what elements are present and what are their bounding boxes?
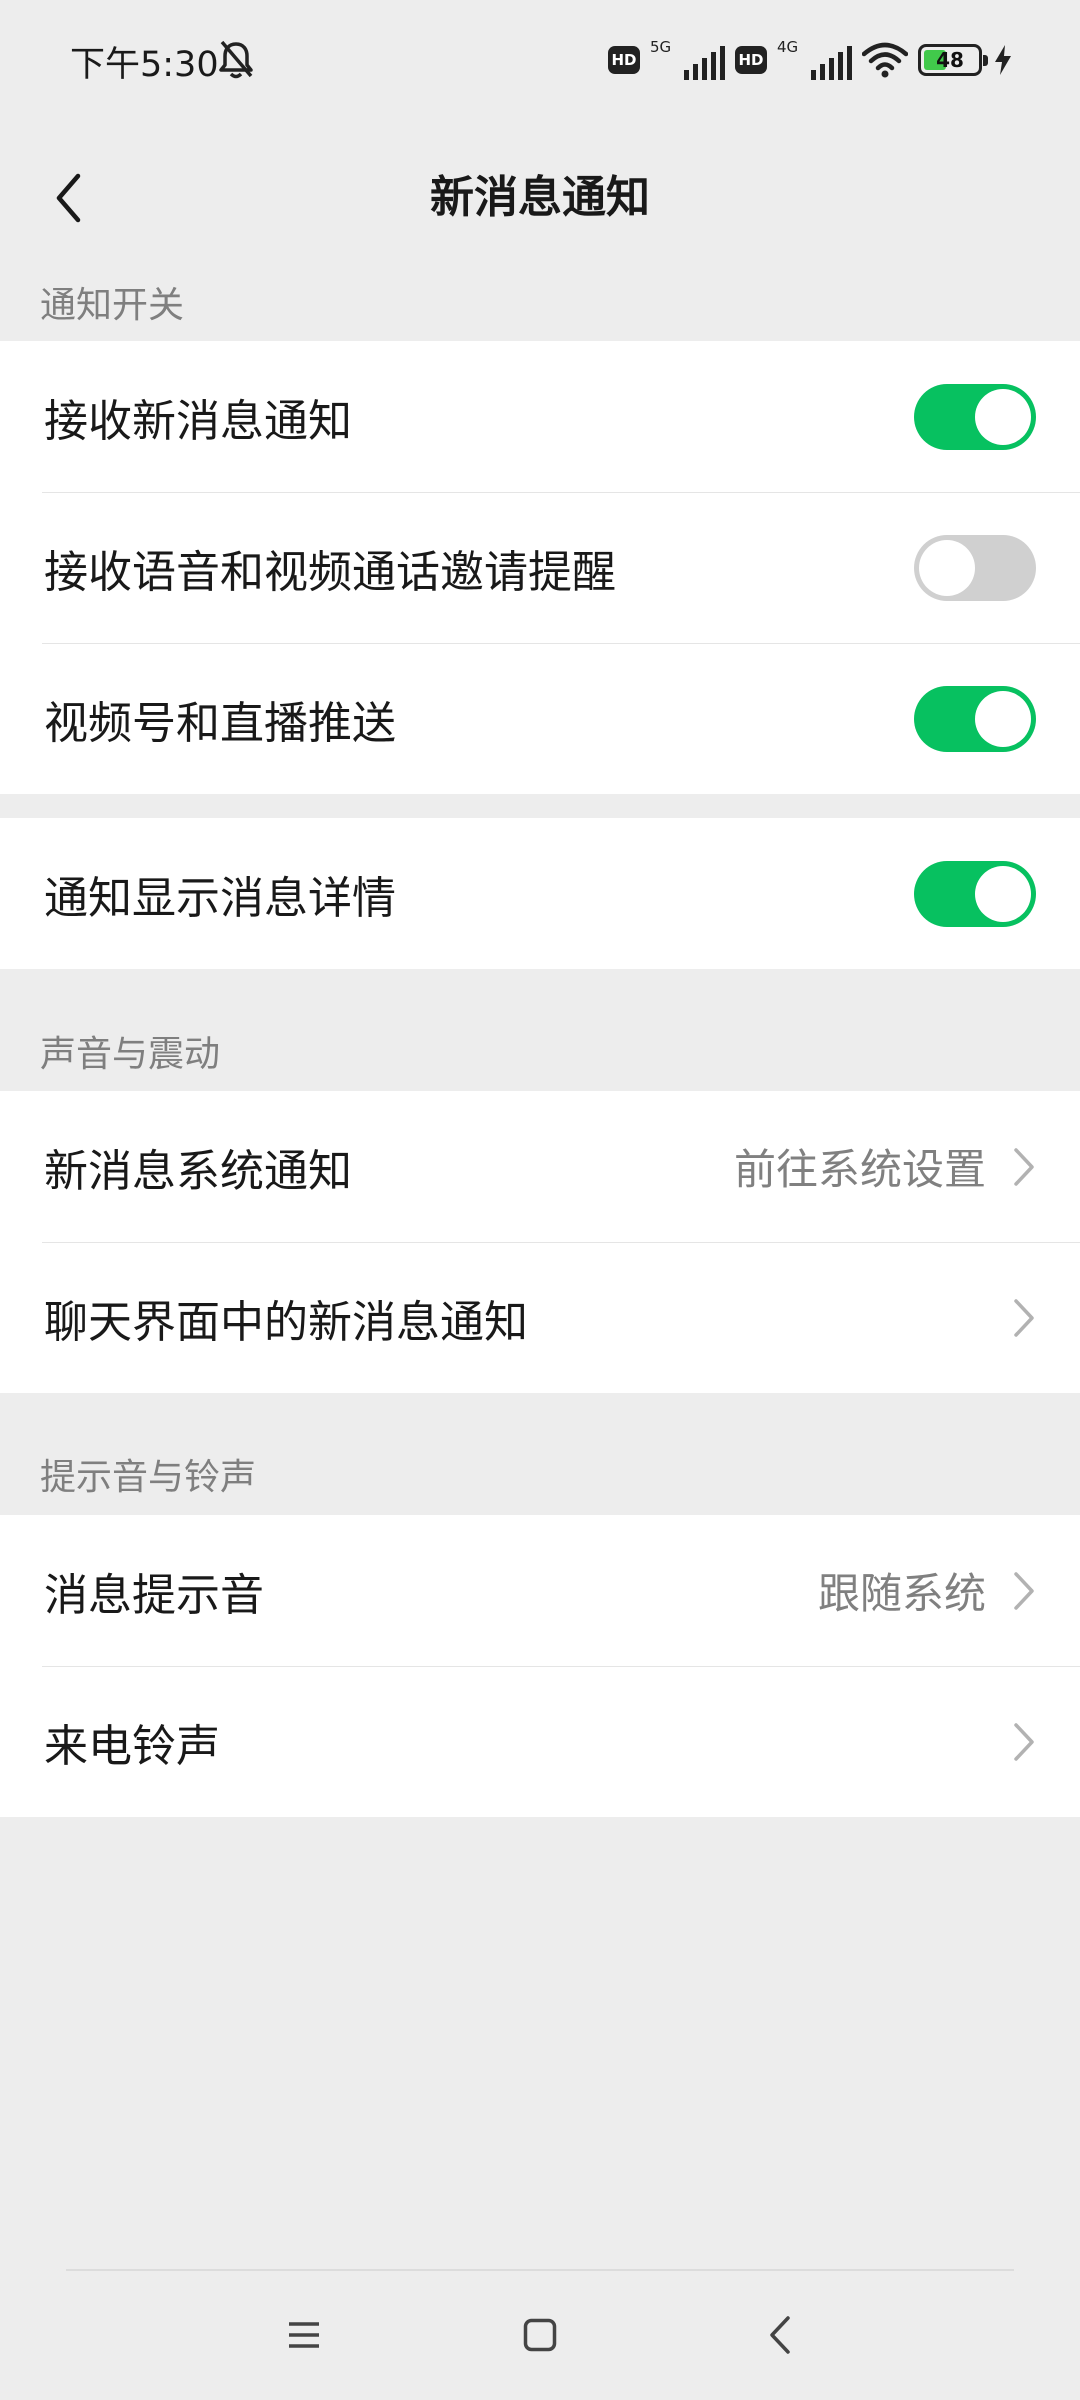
hd-badge-2: HD [735, 46, 767, 74]
section-header-notify-switch: 通知开关 [40, 285, 185, 326]
section-header-tones: 提示音与铃声 [40, 1457, 257, 1498]
chevron-right-icon [1014, 1571, 1034, 1610]
section-header-sound-vibration: 声音与震动 [40, 1034, 221, 1075]
signal-icon-2 [811, 46, 852, 80]
setting-label: 通知显示消息详情 [44, 872, 396, 924]
status-icons: HD 5G HD 4G 48 [608, 38, 1014, 82]
setting-label: 新消息系统通知 [44, 1145, 352, 1197]
setting-receive-new-message[interactable]: 接收新消息通知 [0, 341, 1080, 492]
setting-chat-new-message-notification[interactable]: 聊天界面中的新消息通知 [0, 1242, 1080, 1393]
system-nav-bar [0, 2300, 1080, 2370]
back-button[interactable] [28, 118, 108, 278]
setting-system-notification[interactable]: 新消息系统通知 前往系统设置 [0, 1091, 1080, 1242]
group-detail: 通知显示消息详情 [0, 818, 1080, 969]
network-type-text: 5G [650, 38, 672, 56]
group-notify-switch: 接收新消息通知 接收语音和视频通话邀请提醒 视频号和直播推送 [0, 341, 1080, 794]
home-icon [523, 2318, 557, 2352]
back-icon [770, 2316, 790, 2354]
setting-label: 接收语音和视频通话邀请提醒 [44, 546, 616, 598]
bell-off-icon [219, 40, 253, 79]
network-type-text-2: 4G [777, 38, 799, 56]
setting-channels-live-push[interactable]: 视频号和直播推送 [0, 643, 1080, 794]
chevron-right-icon [1014, 1298, 1034, 1337]
battery-icon: 48 [918, 44, 988, 76]
setting-label: 接收新消息通知 [44, 395, 352, 447]
setting-call-invite-reminder[interactable]: 接收语音和视频通话邀请提醒 [0, 492, 1080, 643]
group-tones: 消息提示音 跟随系统 来电铃声 [0, 1515, 1080, 1817]
toggle-call-invite-reminder[interactable] [914, 534, 1036, 601]
screen: 下午5:30 HD 5G HD 4G 48 新消息通知 通知开关 接收新消息通知… [0, 0, 1080, 2400]
toggle-channels-live-push[interactable] [914, 685, 1036, 752]
page-title: 新消息通知 [430, 172, 650, 223]
setting-ringtone[interactable]: 来电铃声 [0, 1666, 1080, 1817]
hd-badge: HD [608, 46, 640, 74]
setting-label: 视频号和直播推送 [44, 697, 396, 749]
setting-label: 聊天界面中的新消息通知 [44, 1296, 528, 1348]
bottom-divider [66, 2269, 1014, 2271]
battery-level: 48 [936, 48, 964, 72]
setting-message-tone[interactable]: 消息提示音 跟随系统 [0, 1515, 1080, 1666]
chevron-left-icon [56, 173, 81, 223]
group-sound-vibration: 新消息系统通知 前往系统设置 聊天界面中的新消息通知 [0, 1091, 1080, 1393]
nav-bar: 新消息通知 [0, 118, 1080, 278]
network-type-label: 5G [650, 38, 674, 82]
charging-icon [995, 45, 1011, 75]
setting-label: 来电铃声 [44, 1720, 220, 1772]
signal-icon [684, 46, 725, 80]
system-back-button[interactable] [745, 2300, 815, 2370]
network-type-label-2: 4G [777, 38, 801, 82]
toggle-show-message-detail[interactable] [914, 860, 1036, 927]
home-button[interactable] [505, 2300, 575, 2370]
setting-value: 前往系统设置 [733, 1145, 986, 1194]
status-time: 下午5:30 [70, 45, 219, 85]
chevron-right-icon [1014, 1722, 1034, 1761]
status-bar: 下午5:30 HD 5G HD 4G 48 [0, 0, 1080, 118]
wifi-icon [862, 42, 908, 78]
chevron-right-icon [1014, 1147, 1034, 1186]
toggle-receive-new-message[interactable] [914, 383, 1036, 450]
setting-label: 消息提示音 [44, 1569, 264, 1621]
menu-button[interactable] [269, 2300, 339, 2370]
setting-show-message-detail[interactable]: 通知显示消息详情 [0, 818, 1080, 969]
setting-value: 跟随系统 [817, 1569, 986, 1618]
menu-icon [289, 2322, 319, 2348]
